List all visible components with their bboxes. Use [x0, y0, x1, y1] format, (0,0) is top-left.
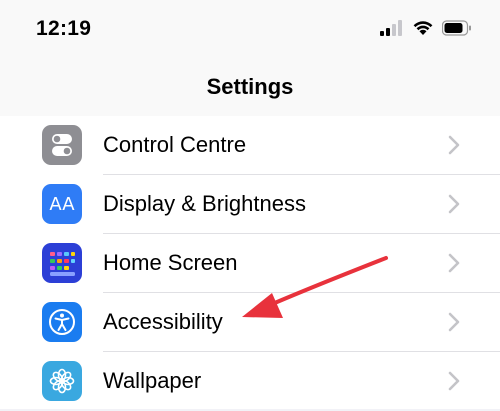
row-label: Accessibility [103, 309, 223, 334]
chevron-right-icon [448, 253, 460, 273]
home-screen-icon [42, 243, 82, 283]
chevron-right-icon [448, 135, 460, 155]
settings-list: Control Centre AA Display & Brightness H… [0, 116, 500, 409]
row-label: Display & Brightness [103, 191, 306, 216]
cellular-signal-icon [380, 20, 402, 36]
control-centre-icon [42, 125, 82, 165]
wallpaper-icon [42, 361, 82, 401]
chevron-right-icon [448, 194, 460, 214]
chevron-right-icon [448, 371, 460, 391]
status-time: 12:19 [36, 17, 92, 40]
row-label: Home Screen [103, 250, 238, 275]
chevron-right-icon [448, 312, 460, 332]
status-bar: 12:19 [0, 0, 500, 62]
row-label: Control Centre [103, 132, 247, 157]
row-label: Wallpaper [103, 368, 202, 393]
display-brightness-icon-glyph: AA [49, 193, 75, 215]
settings-row-wallpaper[interactable]: Wallpaper [0, 352, 500, 411]
navigation-bar: Settings [0, 62, 500, 117]
settings-row-control-centre[interactable]: Control Centre [0, 116, 500, 175]
page-title: Settings [206, 74, 294, 99]
wifi-icon [413, 21, 433, 35]
accessibility-icon [42, 302, 82, 342]
battery-icon [442, 20, 471, 36]
settings-row-home-screen[interactable]: Home Screen [0, 234, 500, 293]
settings-row-display-brightness[interactable]: AA Display & Brightness [0, 175, 500, 234]
settings-row-accessibility[interactable]: Accessibility [0, 293, 500, 352]
status-icons [380, 20, 472, 36]
display-brightness-icon: AA [42, 184, 82, 224]
